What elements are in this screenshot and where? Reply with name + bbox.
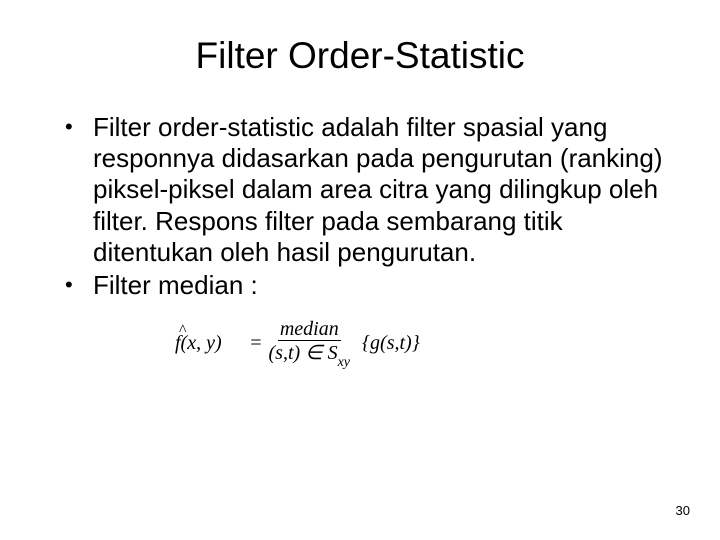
- formula-rhs: {g(s,t)}: [362, 332, 420, 355]
- condition-text: (s,t) ∈ S: [269, 342, 338, 364]
- bullet-item: • Filter order-statistic adalah filter s…: [65, 112, 665, 268]
- formula-median: median (s,t) ∈ Sxy: [269, 319, 351, 368]
- formula-lhs: ^ f(x, y): [175, 332, 243, 355]
- bullet-text: Filter order-statistic adalah filter spa…: [93, 112, 665, 268]
- formula-row: ^ f(x, y) = median (s,t) ∈ Sxy {g(s,t)}: [175, 319, 665, 368]
- formula: ^ f(x, y) = median (s,t) ∈ Sxy {g(s,t)}: [175, 319, 665, 368]
- bullet-text: Filter median :: [93, 270, 665, 301]
- slide-container: Filter Order-Statistic • Filter order-st…: [0, 0, 720, 540]
- bullet-item: • Filter median :: [65, 270, 665, 301]
- bullet-marker: •: [65, 112, 93, 268]
- median-condition: (s,t) ∈ Sxy: [269, 341, 351, 368]
- bullet-marker: •: [65, 270, 93, 301]
- formula-hat: ^: [179, 322, 187, 340]
- formula-equals: =: [249, 332, 263, 355]
- condition-sub: xy: [338, 355, 350, 370]
- slide-content: • Filter order-statistic adalah filter s…: [55, 112, 665, 369]
- page-number: 30: [676, 503, 690, 518]
- slide-title: Filter Order-Statistic: [55, 35, 665, 77]
- median-label: median: [278, 319, 341, 341]
